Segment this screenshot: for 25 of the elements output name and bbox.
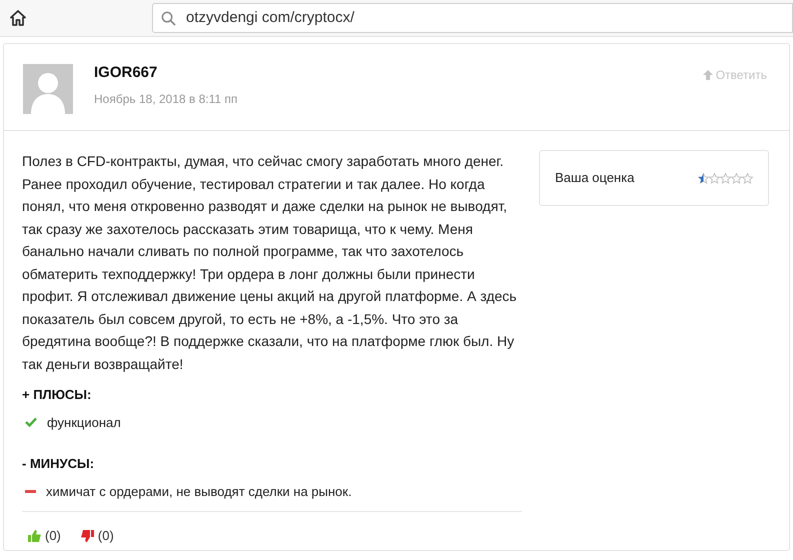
review-date: Ноябрь 18, 2018 в 8:11 пп [94, 91, 238, 108]
star-icon[interactable] [709, 172, 720, 184]
search-icon [161, 10, 176, 26]
url-text: otzyvdengi com/cryptocx/ [186, 8, 354, 28]
list-item: функционал [47, 414, 121, 432]
rating-label: Ваша оценка [555, 169, 634, 188]
home-icon[interactable] [10, 10, 26, 26]
star-icon[interactable] [731, 172, 742, 184]
check-icon [25, 417, 37, 428]
address-bar[interactable]: otzyvdengi com/cryptocx/ [152, 3, 793, 33]
author-name: IGOR667 [94, 64, 158, 82]
dislike-button[interactable]: (0) [80, 526, 114, 546]
thumbs-down-icon [80, 530, 94, 542]
like-button[interactable]: (0) [28, 526, 61, 546]
star-icon[interactable] [742, 172, 753, 184]
star-icon[interactable] [698, 172, 709, 184]
minus-icon [25, 490, 36, 493]
star-icon[interactable] [720, 172, 731, 184]
section-heading: + ПЛЮСЫ: [22, 386, 92, 404]
arrow-up-icon [702, 70, 713, 80]
review-text: Полез в CFD-контракты, думая, что сейчас смогу заработать много денег. Ранее проходил обучение, тестировал стратегии и так далее. Но когда понял, что меня откровенно разводят и даже сделки на рынок не выводят, так сразу же захотелось рассказать этим товарища, что к чему. Меня банально начали сливать по полной программе, так что захотелось обматерить техподдержку! Три ордера в лонг должны были принести профит. Я отслеживал движение цены акций на другой платформе. А здесь показатель был совсем другой, то есть не +8%, а -1,5%. Что это за бредятина вообще?! В поддержке сказали, что на платформе глюк был. Ну так деньги возвращайте! [22, 152, 518, 374]
list-item: химичат с ордерами, не выводят сделки на рынок. [46, 482, 352, 501]
avatar-icon [23, 64, 73, 114]
section-heading: - МИНУСЫ: [22, 455, 96, 473]
thumbs-up-icon [28, 530, 41, 542]
